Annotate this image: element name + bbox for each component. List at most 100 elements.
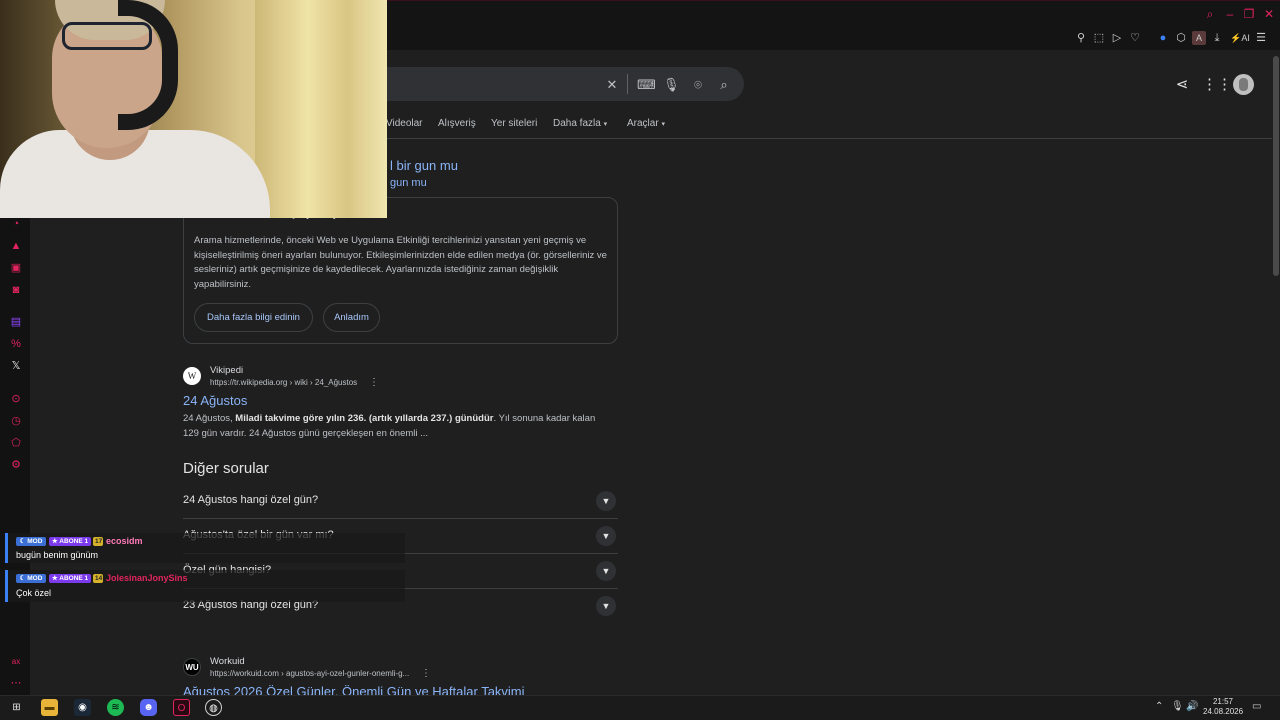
result-url[interactable]: https://workuid.com › agustos-ayi-ozel-g… bbox=[210, 669, 409, 678]
tab-tools-label: Araçlar bbox=[627, 118, 659, 129]
mod-badge: ☾ MOD bbox=[16, 574, 46, 583]
chevron-down-icon[interactable]: ▼ bbox=[596, 526, 616, 546]
download-icon[interactable]: ⤓ bbox=[1210, 31, 1224, 45]
tab-videos[interactable]: Videolar bbox=[386, 118, 423, 129]
clock-time: 21:57 bbox=[1212, 697, 1234, 706]
chevron-down-icon[interactable]: ▼ bbox=[596, 561, 616, 581]
messenger-icon[interactable]: ◙ bbox=[9, 283, 23, 297]
result-site-name[interactable]: Workuid bbox=[210, 656, 245, 667]
wikipedia-favicon: W bbox=[183, 367, 201, 385]
caret-down-icon: ▾ bbox=[603, 121, 608, 128]
tray-chevron-icon[interactable]: ⌃ bbox=[1155, 701, 1163, 713]
scrollbar-thumb[interactable] bbox=[1273, 56, 1279, 276]
player-sidebar-icon[interactable]: ⊙ bbox=[9, 392, 23, 406]
result-snippet: 24 Ağustos, Miladi takvime göre yılın 23… bbox=[183, 411, 613, 441]
gx-control-icon[interactable]: ◔ bbox=[9, 217, 23, 231]
tray-mic-icon[interactable]: 🎙 bbox=[1171, 701, 1184, 713]
result-url[interactable]: https://tr.wikipedia.org › wiki › 24_Ağu… bbox=[210, 378, 357, 387]
chat-text: Çok özel bbox=[16, 588, 52, 598]
chat-text: bugün benim günüm bbox=[16, 550, 99, 560]
snapshot-icon[interactable]: ⬚ bbox=[1092, 31, 1106, 45]
ai-button[interactable]: ⚡AI bbox=[1229, 31, 1251, 45]
workuid-favicon: WU bbox=[183, 658, 201, 676]
pin-icon[interactable]: ⚲ bbox=[1074, 31, 1088, 45]
screen: ⌕ – ❐ ✕ ⚲ ⬚ ▷ ♡ ● ⬡ A ⤓ ⚡AI ☰ ◔ ▲ ▣ ◙ ▤ … bbox=[0, 0, 1280, 720]
partial-result-title[interactable]: l bir gun mu bbox=[390, 158, 458, 173]
tab-tools[interactable]: Araçlar ▾ bbox=[627, 118, 665, 129]
tab-more-label: Daha fazla bbox=[553, 118, 601, 129]
search-input[interactable] bbox=[350, 67, 744, 101]
webcam-curtain bbox=[255, 0, 387, 218]
result-options-icon[interactable]: ⋮ bbox=[369, 378, 379, 388]
taskbar-clock[interactable]: 21:57 24.08.2026 bbox=[1203, 697, 1243, 717]
heart-icon[interactable]: ♡ bbox=[1128, 31, 1142, 45]
partial-result-subtitle[interactable]: gun mu bbox=[390, 177, 427, 189]
history-icon[interactable]: ◷ bbox=[9, 414, 23, 428]
subscriber-badge: ★ ABONE 1 bbox=[49, 574, 91, 583]
discord-icon[interactable]: ☻ bbox=[140, 699, 157, 716]
avatar[interactable] bbox=[1233, 74, 1254, 95]
paa-question: 24 Ağustos hangi özel gün? bbox=[183, 494, 319, 506]
snippet-highlight: Miladi takvime göre yılın 236. (artık yı… bbox=[235, 413, 494, 424]
chevron-down-icon[interactable]: ▼ bbox=[596, 596, 616, 616]
start-icon[interactable]: ⊞ bbox=[8, 699, 25, 716]
search-tabs-icon[interactable]: ⌕ bbox=[1203, 7, 1217, 21]
menu-icon[interactable]: ☰ bbox=[1254, 31, 1268, 45]
player-icon[interactable]: ▷ bbox=[1110, 31, 1124, 45]
discount-icon[interactable]: % bbox=[9, 337, 23, 351]
steam-icon[interactable]: ◉ bbox=[74, 699, 91, 716]
snippet-start: 24 Ağustos, bbox=[183, 413, 236, 424]
chat-username: JolesinanJonySins bbox=[106, 573, 188, 583]
more-icon[interactable]: ⋯ bbox=[9, 676, 23, 690]
months-badge: 14 bbox=[93, 574, 103, 583]
apps-grid-icon[interactable]: ⋮⋮ bbox=[1202, 76, 1232, 94]
tab-more[interactable]: Daha fazla ▾ bbox=[553, 118, 607, 129]
profile-a-icon[interactable]: A bbox=[1192, 31, 1206, 45]
share-icon[interactable]: ⋖ bbox=[1173, 76, 1191, 94]
gx-corner-icon[interactable]: ▣ bbox=[9, 261, 23, 275]
result-title[interactable]: 24 Ağustos bbox=[183, 393, 247, 408]
learn-more-button[interactable]: Daha fazla bilgi edinin bbox=[194, 303, 313, 332]
file-explorer-icon[interactable]: ▬ bbox=[41, 699, 58, 716]
notifications-icon[interactable]: ▭ bbox=[1252, 701, 1261, 713]
extensions-sidebar-icon[interactable]: ⬠ bbox=[9, 436, 23, 450]
chevron-down-icon[interactable]: ▼ bbox=[596, 491, 616, 511]
chat-username: ecosidm bbox=[106, 536, 143, 546]
months-badge: 17 bbox=[93, 537, 103, 546]
gx-store-icon[interactable]: ▲ bbox=[9, 239, 23, 253]
ai-label: AI bbox=[1241, 33, 1250, 43]
got-it-button[interactable]: Anladım bbox=[323, 303, 380, 332]
x-twitter-icon[interactable]: 𝕏 bbox=[9, 359, 23, 373]
clear-icon[interactable]: ✕ bbox=[604, 77, 620, 93]
vpn-icon[interactable]: ● bbox=[1156, 31, 1170, 45]
paa-question-row[interactable]: 24 Ağustos hangi özel gün? ▼ bbox=[183, 484, 618, 519]
chat-message: ☾ MOD ★ ABONE 1 17 ecosidm bugün benim g… bbox=[5, 533, 405, 563]
spotify-icon[interactable]: ≋ bbox=[107, 699, 124, 716]
webcam-overlay bbox=[0, 0, 387, 218]
opera-gx-icon[interactable]: O bbox=[173, 699, 190, 716]
tab-places[interactable]: Yer siteleri bbox=[491, 118, 537, 129]
settings-icon[interactable]: ⚙ bbox=[9, 458, 23, 472]
result-options-icon[interactable]: ⋮ bbox=[421, 669, 431, 679]
lens-icon[interactable]: ⌾ bbox=[690, 77, 706, 93]
tab-shopping[interactable]: Alışveriş bbox=[438, 118, 476, 129]
minimize-icon[interactable]: – bbox=[1223, 7, 1237, 21]
result-site-name[interactable]: Vikipedi bbox=[210, 365, 243, 376]
twitch-icon[interactable]: ▤ bbox=[9, 315, 23, 329]
search-icon[interactable]: ⌕ bbox=[716, 77, 732, 93]
tray-volume-icon[interactable]: 🔊 bbox=[1186, 701, 1198, 713]
windows-taskbar bbox=[0, 695, 1280, 720]
mod-badge-label: MOD bbox=[27, 575, 43, 582]
restore-icon[interactable]: ❐ bbox=[1242, 7, 1256, 21]
webcam-headphones bbox=[118, 0, 178, 130]
microphone-icon[interactable]: 🎙 bbox=[663, 77, 680, 93]
close-icon[interactable]: ✕ bbox=[1262, 7, 1276, 21]
keyboard-icon[interactable]: ⌨ bbox=[637, 77, 656, 93]
subscriber-badge-label: ABONE 1 bbox=[59, 538, 89, 545]
extensions-icon[interactable]: ⬡ bbox=[1174, 31, 1188, 45]
obs-icon[interactable]: ◍ bbox=[205, 699, 222, 716]
subscriber-badge: ★ ABONE 1 bbox=[49, 537, 91, 546]
mod-badge-label: MOD bbox=[27, 538, 43, 545]
sidebar-ax-label[interactable]: ax bbox=[9, 655, 23, 669]
people-also-ask-title: Diğer sorular bbox=[183, 460, 269, 477]
